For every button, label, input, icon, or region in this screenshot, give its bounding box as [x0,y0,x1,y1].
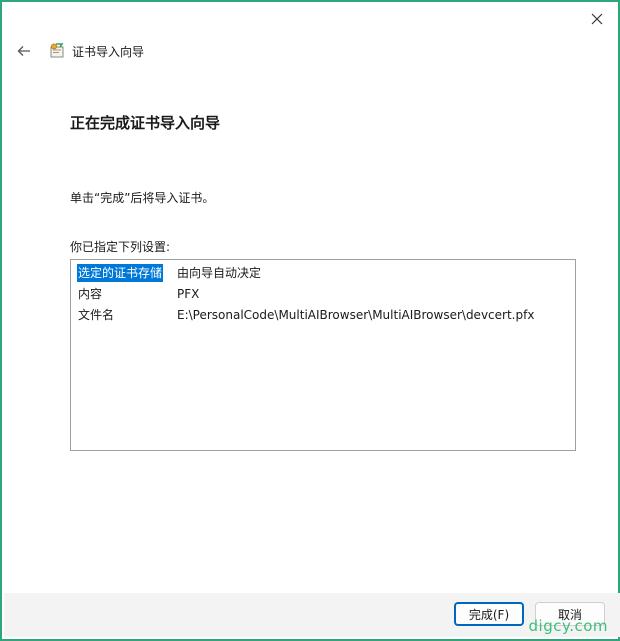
setting-key: 文件名 [78,308,115,322]
setting-value: PFX [177,287,200,301]
settings-row-content[interactable]: 内容 PFX [77,285,199,303]
back-arrow-icon [17,46,30,56]
certificate-icon [50,43,64,58]
setting-value: E:\PersonalCode\MultiAIBrowser\MultiAIBr… [177,308,535,322]
finish-button[interactable]: 完成(F) [454,602,524,626]
settings-list[interactable]: 选定的证书存储 由向导自动决定 内容 PFX 文件名 E:\PersonalCo… [70,259,576,451]
settings-row-store[interactable]: 选定的证书存储 由向导自动决定 [77,264,261,282]
setting-key: 内容 [78,287,103,301]
page-heading: 正在完成证书导入向导 [70,114,221,132]
back-button[interactable] [12,40,36,62]
wizard-title: 证书导入向导 [72,44,145,59]
settings-label: 你已指定下列设置: [70,240,171,254]
close-icon [591,13,603,25]
setting-value: 由向导自动决定 [177,266,262,280]
certificate-import-wizard-window: 证书导入向导 正在完成证书导入向导 单击“完成”后将导入证书。 你已指定下列设置… [0,0,620,641]
close-button[interactable] [582,6,612,32]
settings-row-filename[interactable]: 文件名 E:\PersonalCode\MultiAIBrowser\Multi… [77,306,534,324]
instruction-text: 单击“完成”后将导入证书。 [70,191,215,205]
setting-key: 选定的证书存储 [77,264,164,282]
wizard-header: 证书导入向导 [12,40,144,62]
watermark: digcy.com [528,617,608,635]
